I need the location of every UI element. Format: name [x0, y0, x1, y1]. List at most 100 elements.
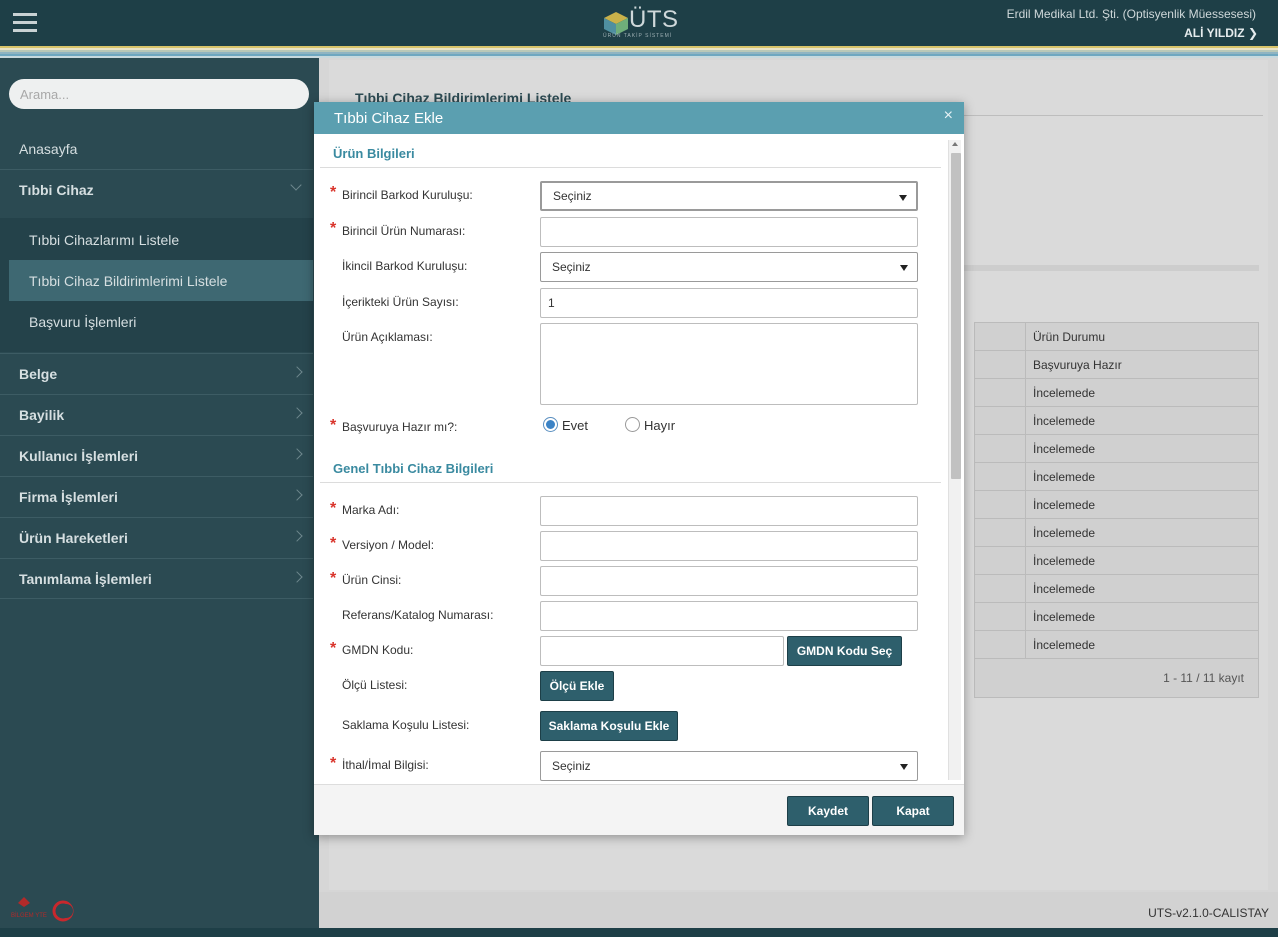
modal-body: Ürün Bilgileri * Birincil Barkod Kuruluş…	[314, 134, 964, 784]
chevron-right-icon	[291, 489, 303, 501]
sidebar-subitem-label: Başvuru İşlemleri	[29, 313, 137, 330]
sidebar-item-firma-islemleri[interactable]: Firma İşlemleri	[0, 476, 313, 517]
cins-input[interactable]	[540, 566, 918, 596]
scroll-thumb[interactable]	[951, 153, 961, 479]
sidebar-item-label: Anasayfa	[19, 140, 78, 157]
sidebar-item-label: Bayilik	[19, 407, 65, 423]
versiyon-input[interactable]	[540, 531, 918, 561]
table-row[interactable]: İncelemede	[975, 575, 1258, 603]
status-cell: İncelemede	[1033, 385, 1096, 400]
table-row[interactable]: İncelemede	[975, 519, 1258, 547]
chevron-right-icon	[291, 571, 303, 583]
chevron-right-icon	[291, 366, 303, 378]
company-name: Erdil Medikal Ltd. Şti. (Optisyenlik Müe…	[1006, 7, 1256, 21]
sidebar-item-kullanici-islemleri[interactable]: Kullanıcı İşlemleri	[0, 435, 313, 476]
table-row[interactable]: İncelemede	[975, 407, 1258, 435]
table-row[interactable]: İncelemede	[975, 603, 1258, 631]
table-row[interactable]: İncelemede	[975, 435, 1258, 463]
sidebar-subitem-label: Tıbbi Cihazlarımı Listele	[29, 231, 180, 248]
radio-hayir-label[interactable]: Hayır	[644, 418, 675, 433]
radio-evet[interactable]	[543, 417, 558, 432]
birincil-barkod-select[interactable]: Seçiniz	[540, 181, 918, 211]
table-row[interactable]: İncelemede	[975, 379, 1258, 407]
sidebar-item-urun-hareketleri[interactable]: Ürün Hareketleri	[0, 517, 313, 558]
user-menu[interactable]: ALİ YILDIZ ❯	[1184, 26, 1258, 40]
bilgem-yte-logo: BİLGEM YTE	[11, 897, 74, 922]
uts-logo[interactable]: ÜTS ÜRÜN TAKİP SİSTEMİ	[601, 6, 681, 42]
status-cell: İncelemede	[1033, 497, 1096, 512]
referans-input[interactable]	[540, 601, 918, 631]
table-cell	[975, 603, 1026, 630]
icerik-sayi-label: İçerikteki Ürün Sayısı:	[342, 295, 459, 309]
chevron-down-icon	[290, 179, 302, 191]
table-row[interactable]: İncelemede	[975, 631, 1258, 659]
gmdn-select-button[interactable]: GMDN Kodu Seç	[787, 636, 902, 666]
scroll-up-arrow-icon[interactable]	[952, 142, 958, 146]
section-title-urun-bilgileri: Ürün Bilgileri	[333, 146, 415, 161]
hamburger-menu-icon[interactable]	[13, 13, 37, 33]
save-button[interactable]: Kaydet	[787, 796, 869, 826]
bottom-bar	[0, 928, 1278, 937]
chevron-right-icon	[291, 530, 303, 542]
table-row[interactable]: İncelemede	[975, 491, 1258, 519]
sidebar-item-belge[interactable]: Belge	[0, 353, 313, 394]
sidebar-item-label: Tanımlama İşlemleri	[19, 570, 152, 587]
status-cell: İncelemede	[1033, 553, 1096, 568]
sidebar-item-anasayfa[interactable]: Anasayfa	[0, 128, 313, 169]
sidebar-item-label: Belge	[19, 366, 58, 382]
column-header-urun-durumu[interactable]: Ürün Durumu	[1026, 323, 1258, 350]
modal-scrollbar[interactable]	[948, 140, 961, 780]
aciklama-textarea[interactable]	[540, 323, 918, 405]
footer-bar: UTS-v2.1.0-CALISTAY	[319, 892, 1278, 928]
select-value: Seçiniz	[553, 189, 592, 203]
header-stripes	[0, 46, 1278, 58]
close-icon[interactable]: ×	[944, 108, 953, 124]
sidebar-item-tanimlama-islemleri[interactable]: Tanımlama İşlemleri	[0, 558, 313, 599]
aciklama-label: Ürün Açıklaması:	[342, 330, 433, 344]
sidebar-subitem-basvuru-islemleri[interactable]: Başvuru İşlemleri	[0, 301, 313, 342]
birincil-urun-label: Birincil Ürün Numarası:	[342, 224, 466, 238]
versiyon-label: Versiyon / Model:	[342, 538, 435, 552]
icerik-sayi-input[interactable]: 1	[540, 288, 918, 318]
ikincil-barkod-select[interactable]: Seçiniz	[540, 252, 918, 282]
radio-evet-label[interactable]: Evet	[562, 418, 588, 433]
table-body: Başvuruya Hazır İncelemede İncelemede İncel…	[975, 351, 1258, 659]
status-cell: İncelemede	[1033, 637, 1096, 652]
sidebar-item-bayilik[interactable]: Bayilik	[0, 394, 313, 435]
table-row[interactable]: İncelemede	[975, 547, 1258, 575]
close-button[interactable]: Kapat	[872, 796, 954, 826]
gmdn-input[interactable]	[540, 636, 784, 666]
required-mark: *	[330, 417, 337, 434]
status-cell: İncelemede	[1033, 609, 1096, 624]
table-row[interactable]: İncelemede	[975, 463, 1258, 491]
required-mark: *	[330, 500, 337, 517]
radio-hayir[interactable]	[625, 417, 640, 432]
saklama-label: Saklama Koşulu Listesi:	[342, 718, 470, 732]
marka-input[interactable]	[540, 496, 918, 526]
search-input[interactable]	[9, 79, 309, 109]
chevron-right-icon	[291, 448, 303, 460]
logo-subtitle: ÜRÜN TAKİP SİSTEMİ	[603, 33, 673, 39]
marka-label: Marka Adı:	[342, 503, 400, 517]
modal-footer: Kaydet Kapat	[314, 784, 964, 835]
required-mark: *	[330, 184, 337, 201]
modal-header: Tıbbi Cihaz Ekle ×	[314, 102, 964, 134]
saklama-kosulu-ekle-button[interactable]: Saklama Koşulu Ekle	[540, 711, 678, 741]
table-cell	[975, 631, 1026, 658]
birincil-urun-input[interactable]	[540, 217, 918, 247]
table-cell	[975, 407, 1026, 434]
table-cell	[975, 519, 1026, 546]
ithal-imal-select[interactable]: Seçiniz	[540, 751, 918, 781]
sidebar-subitem-bildirimlerimi-listele[interactable]: Tıbbi Cihaz Bildirimlerimi Listele	[9, 260, 313, 301]
sidebar-item-label: Kullanıcı İşlemleri	[19, 448, 139, 464]
sidebar-item-tibbi-cihaz[interactable]: Tıbbi Cihaz	[0, 169, 313, 210]
sidebar-subitem-cihazlarimi-listele[interactable]: Tıbbi Cihazlarımı Listele	[0, 219, 313, 260]
table-row[interactable]: Başvuruya Hazır	[975, 351, 1258, 379]
table-cell	[975, 463, 1026, 490]
status-cell: İncelemede	[1033, 469, 1096, 484]
table-cell	[975, 379, 1026, 406]
olcu-ekle-button[interactable]: Ölçü Ekle	[540, 671, 614, 701]
status-cell: İncelemede	[1033, 581, 1096, 596]
select-value: Seçiniz	[552, 759, 591, 773]
table-cell	[975, 547, 1026, 574]
